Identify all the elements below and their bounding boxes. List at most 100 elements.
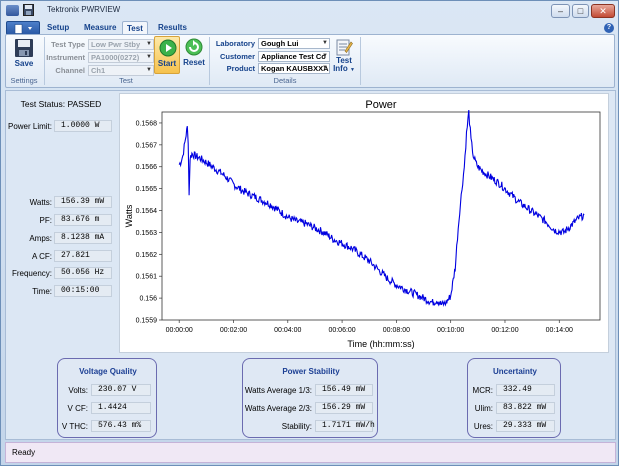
time-value: 00:15:00 — [54, 285, 112, 297]
pf-value: 83.676 m — [54, 214, 112, 226]
details-group-label: Details — [273, 76, 297, 85]
plot-area — [161, 111, 601, 321]
y-tick-label: 0.1566 — [136, 164, 158, 171]
product-select[interactable]: Kogan KAUSBXXA ▼ — [258, 63, 330, 74]
test-info-button[interactable]: Test Info ▼ — [332, 36, 356, 76]
v-thc-label: V THC: — [61, 422, 88, 431]
test-type-value: Low Pwr Stby — [91, 40, 141, 49]
reset-button[interactable]: Reset — [182, 36, 206, 74]
customer-value: Appliance Test Co — [261, 52, 326, 61]
instrument-select[interactable]: PA1000(0272) ▼ — [88, 52, 154, 63]
ures-label: Ures: — [473, 422, 493, 431]
stability-label: Stability: — [281, 422, 312, 431]
ures-value: 29.333 mW — [496, 420, 555, 432]
app-icon — [6, 5, 19, 16]
ribbon-separator — [360, 37, 361, 85]
y-tick-label: 0.1559 — [136, 318, 158, 325]
y-axis-label: Watts — [124, 204, 134, 227]
power-chart: Power 0.1559 0.156 0.1561 0.1562 0.1563 0.1564… — [124, 99, 601, 349]
mcr-label: MCR: — [472, 386, 493, 395]
start-label: Start — [157, 59, 177, 68]
product-value: Kogan KAUSBXXA — [261, 64, 329, 73]
status-bar: Ready — [5, 442, 616, 463]
ulim-value: 83.822 mW — [496, 402, 555, 414]
uncertainty-title: Uncertainty — [492, 367, 537, 376]
volts-label: Volts: — [68, 386, 88, 395]
frequency-label: Frequency: — [11, 269, 52, 278]
save-button[interactable]: Save — [9, 59, 39, 68]
volts-value: 230.07 V — [91, 384, 151, 396]
test-info-line-2: Info ▼ — [332, 65, 356, 74]
tab-test[interactable]: Test — [122, 21, 148, 35]
x-axis-label: Time (hh:mm:ss) — [347, 339, 414, 349]
watts-avg-1-3-value: 156.49 mW — [315, 384, 373, 396]
reset-label: Reset — [183, 58, 205, 67]
chevron-down-icon: ▼ — [146, 41, 152, 47]
pf-label: PF: — [39, 216, 52, 225]
start-button[interactable]: Start — [154, 36, 180, 74]
minimize-button[interactable]: – — [551, 4, 570, 18]
channel-select[interactable]: Ch1 ▼ — [88, 65, 154, 76]
watts-avg-1-3-label: Watts Average 1/3: — [244, 386, 312, 395]
ribbon-separator — [209, 37, 210, 85]
mcr-value: 332.49 — [496, 384, 555, 396]
time-label: Time: — [32, 287, 52, 296]
chevron-down-icon: ▼ — [322, 53, 328, 59]
channel-value: Ch1 — [91, 66, 106, 75]
x-tick-label: 00:00:00 — [166, 327, 193, 334]
customer-select[interactable]: Appliance Test Co ▼ — [258, 51, 330, 62]
help-icon[interactable]: ? — [604, 23, 614, 33]
tab-measure[interactable]: Measure — [80, 21, 120, 35]
window-title: Tektronix PWRVIEW — [47, 5, 121, 14]
voltage-quality-box: Voltage Quality Volts: 230.07 V V CF: 1.… — [57, 358, 157, 438]
test-info-icon — [336, 39, 353, 56]
watts-avg-2-3-value: 156.29 mW — [315, 402, 373, 414]
app-window: Tektronix PWRVIEW – □ ✕ Setup Measure Te… — [0, 0, 619, 466]
file-menu-button[interactable] — [6, 21, 40, 35]
voltage-quality-title: Voltage Quality — [79, 367, 137, 376]
y-tick-label: 0.156 — [139, 296, 157, 303]
ulim-label: Ulim: — [474, 404, 493, 413]
channel-label: Channel — [55, 66, 85, 75]
chevron-down-icon: ▼ — [146, 54, 152, 60]
tab-setup[interactable]: Setup — [43, 21, 73, 35]
x-tick-label: 00:02:00 — [220, 327, 247, 334]
y-tick-label: 0.1562 — [136, 252, 158, 259]
test-info-label: Test Info ▼ — [332, 57, 356, 74]
y-tick-label: 0.1565 — [136, 186, 158, 193]
laboratory-select[interactable]: Gough Lui ▼ — [258, 38, 330, 49]
x-tick-label: 00:12:00 — [491, 327, 518, 334]
reset-icon — [185, 38, 203, 56]
laboratory-label: Laboratory — [215, 39, 255, 48]
v-cf-label: V CF: — [67, 404, 88, 413]
stability-value: 1.7171 mW/h — [315, 420, 375, 432]
x-tick-label: 00:08:00 — [383, 327, 410, 334]
test-type-select[interactable]: Low Pwr Stby ▼ — [88, 39, 154, 50]
customer-label: Customer — [219, 52, 255, 61]
test-status: Test Status: PASSED — [20, 99, 102, 109]
save-icon[interactable] — [13, 38, 35, 58]
x-tick-label: 00:14:00 — [546, 327, 573, 334]
close-button[interactable]: ✕ — [591, 4, 615, 18]
v-thc-value: 576.43 m% — [91, 420, 151, 432]
quick-save-icon[interactable] — [23, 4, 34, 16]
x-tick-label: 00:04:00 — [274, 327, 301, 334]
a-cf-value: 27.821 — [54, 250, 112, 262]
y-tick-label: 0.1561 — [136, 274, 158, 281]
chevron-down-icon: ▼ — [322, 40, 328, 46]
watts-label: Watts: — [29, 198, 52, 207]
power-chart-panel: Power 0.1559 0.156 0.1561 0.1562 0.1563 0.1564… — [119, 93, 609, 353]
chart-title: Power — [365, 99, 397, 111]
start-icon — [159, 39, 177, 57]
chevron-down-icon: ▼ — [322, 65, 328, 71]
maximize-button[interactable]: □ — [572, 4, 589, 18]
power-stability-title: Power Stability — [282, 367, 340, 376]
a-cf-label: A CF: — [31, 252, 52, 261]
power-stability-box: Power Stability Watts Average 1/3: 156.4… — [242, 358, 378, 438]
file-menu-icon — [14, 24, 32, 34]
test-type-label: Test Type — [51, 40, 85, 49]
amps-label: Amps: — [29, 234, 52, 243]
x-tick-label: 00:06:00 — [328, 327, 355, 334]
laboratory-value: Gough Lui — [261, 39, 299, 48]
tab-results[interactable]: Results — [154, 21, 191, 35]
